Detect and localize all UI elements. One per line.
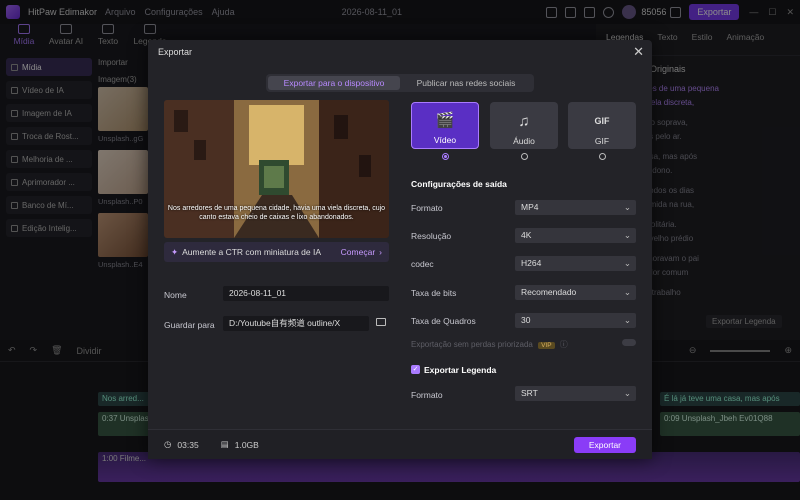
lossless-text: Exportação sem perdas priorizada: [411, 340, 533, 349]
name-label: Nome: [164, 290, 187, 300]
framerate-select[interactable]: 30 ⌄: [515, 313, 636, 328]
format-label: GIF: [594, 136, 610, 146]
video-icon: 🎬: [435, 112, 455, 129]
export-button[interactable]: Exportar: [573, 436, 636, 453]
export-destination-tabs: Exportar para o dispositivo Publicar nas…: [266, 74, 534, 92]
select-value: H264: [521, 258, 542, 268]
select-value: 4K: [521, 230, 532, 240]
file-name-input[interactable]: 2026-08-11_01: [223, 286, 389, 301]
format-gif-card[interactable]: GIF GIF: [568, 102, 636, 149]
duration-value: 03:35: [177, 439, 199, 450]
folder-icon[interactable]: [376, 318, 386, 326]
output-settings-heading: Configurações de saída: [411, 179, 507, 189]
format-label: Vídeo: [433, 135, 457, 145]
radio-audio[interactable]: [521, 153, 528, 160]
format-video-card[interactable]: 🎬 Vídeo: [411, 102, 479, 149]
format-audio-card[interactable]: ♫ Áudio: [490, 102, 558, 149]
clock-icon: ◷: [164, 439, 172, 449]
vip-badge: VIP: [538, 342, 555, 349]
framerate-label: Taxa de Quadros: [411, 316, 476, 326]
select-value: Recomendado: [521, 287, 577, 297]
format-label: Formato: [411, 203, 443, 213]
select-value: SRT: [521, 388, 538, 398]
lossless-toggle[interactable]: [622, 339, 636, 346]
format-select[interactable]: MP4 ⌄: [515, 200, 636, 215]
export-dialog: Exportar ✕ Exportar para o dispositivo P…: [148, 40, 652, 459]
chevron-down-icon: ⌄: [623, 202, 631, 212]
codec-select[interactable]: H264 ⌄: [515, 256, 636, 271]
info-icon[interactable]: ⓘ: [560, 340, 568, 349]
bitrate-select[interactable]: Recomendado ⌄: [515, 285, 636, 300]
tab-publish-social[interactable]: Publicar nas redes sociais: [400, 76, 532, 90]
chevron-down-icon: ⌄: [623, 258, 631, 268]
bitrate-label: Taxa de bits: [411, 288, 457, 298]
preview-caption: Nos arredores de uma pequena cidade, hav…: [167, 205, 386, 221]
radio-video[interactable]: [442, 153, 449, 160]
chevron-down-icon: ⌄: [623, 315, 631, 325]
resolution-select[interactable]: 4K ⌄: [515, 228, 636, 243]
subtitle-format-select[interactable]: SRT ⌄: [515, 386, 636, 401]
music-icon: ♫: [518, 113, 530, 130]
video-preview: Nos arredores de uma pequena cidade, hav…: [164, 100, 389, 238]
radio-gif[interactable]: [599, 153, 606, 160]
dialog-footer: ◷ 03:35 ▤ 1.0GB Exportar: [148, 429, 652, 459]
dialog-title: Exportar: [158, 47, 193, 57]
chevron-right-icon: ›: [379, 247, 382, 257]
subtitle-format-label: Formato: [411, 390, 443, 400]
ai-thumbnail-banner[interactable]: ✦ Aumente a CTR com miniatura de IA Come…: [164, 242, 389, 262]
select-value: 30: [521, 315, 531, 325]
close-icon[interactable]: ✕: [633, 44, 644, 60]
codec-label: codec: [411, 259, 434, 269]
sparkle-icon: ✦: [171, 246, 179, 257]
export-subtitle-heading: Exportar Legenda: [424, 365, 497, 375]
chevron-down-icon: ⌄: [623, 230, 631, 240]
lossless-priority-label: Exportação sem perdas priorizada VIP ⓘ: [411, 339, 568, 350]
export-subtitle-checkbox[interactable]: ✓: [411, 365, 420, 374]
save-location-label: Guardar para: [164, 320, 215, 330]
tab-export-device[interactable]: Exportar para o dispositivo: [268, 76, 400, 90]
gif-icon: GIF: [594, 116, 610, 126]
chevron-down-icon: ⌄: [623, 388, 631, 398]
file-size-icon: ▤: [220, 439, 229, 449]
save-path-input[interactable]: D:/Youtube自有频道 outline/X: [223, 316, 369, 331]
format-label: Áudio: [513, 136, 535, 146]
select-value: MP4: [521, 202, 539, 212]
chevron-down-icon: ⌄: [623, 287, 631, 297]
ai-thumbnail-text: Aumente a CTR com miniatura de IA: [182, 247, 322, 257]
resolution-label: Resolução: [411, 231, 452, 241]
ai-thumbnail-start-link[interactable]: Começar: [341, 247, 375, 257]
file-size-value: 1.0GB: [234, 439, 259, 450]
